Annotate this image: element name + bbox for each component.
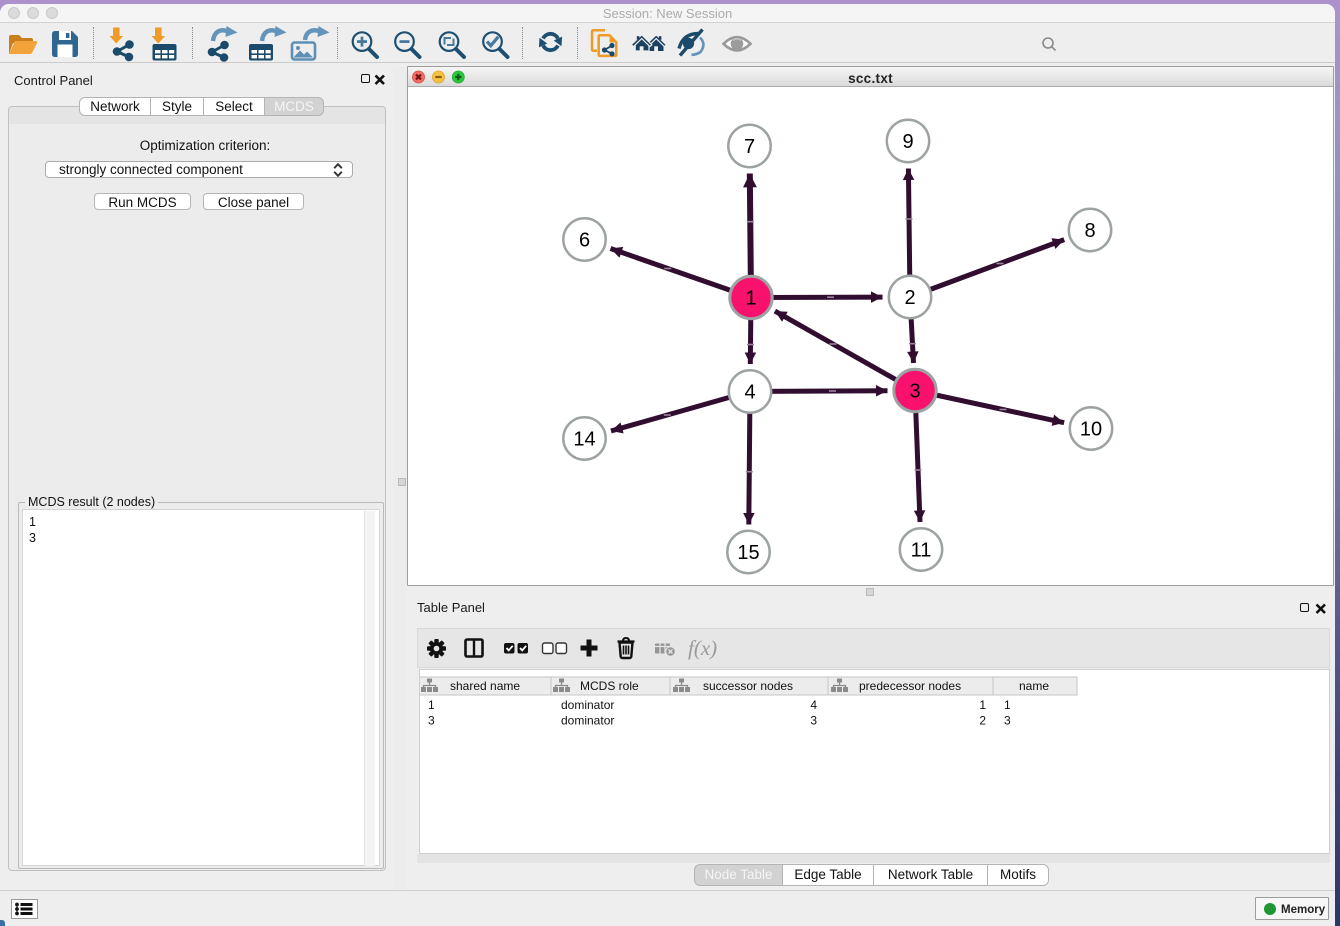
svg-text:1: 1 bbox=[745, 288, 756, 310]
svg-text:10: 10 bbox=[1080, 419, 1102, 441]
svg-text:f(x): f(x) bbox=[688, 636, 717, 660]
svg-text:shared name: shared name bbox=[450, 679, 520, 693]
svg-text:name: name bbox=[1019, 679, 1049, 693]
svg-text:8: 8 bbox=[1084, 220, 1095, 242]
svg-text:15: 15 bbox=[737, 542, 759, 564]
svg-text:3: 3 bbox=[810, 714, 817, 728]
svg-text:14: 14 bbox=[573, 429, 595, 451]
svg-text:dominator: dominator bbox=[561, 698, 614, 712]
svg-text:6: 6 bbox=[579, 230, 590, 252]
svg-text:9: 9 bbox=[902, 131, 913, 153]
svg-text:3: 3 bbox=[428, 714, 435, 728]
svg-text:dominator: dominator bbox=[561, 714, 614, 728]
svg-text:3: 3 bbox=[909, 381, 920, 403]
svg-text:1: 1 bbox=[428, 698, 435, 712]
svg-text:MCDS role: MCDS role bbox=[580, 679, 639, 693]
svg-text:4: 4 bbox=[744, 382, 755, 404]
svg-text:11: 11 bbox=[911, 540, 932, 562]
svg-text:2: 2 bbox=[904, 287, 915, 309]
svg-text:1: 1 bbox=[979, 698, 986, 712]
svg-text:3: 3 bbox=[1004, 714, 1011, 728]
svg-text:successor nodes: successor nodes bbox=[703, 679, 793, 693]
svg-text:2: 2 bbox=[979, 714, 986, 728]
svg-text:1: 1 bbox=[1004, 698, 1011, 712]
svg-text:7: 7 bbox=[744, 136, 755, 158]
svg-text:4: 4 bbox=[810, 698, 817, 712]
svg-text:predecessor nodes: predecessor nodes bbox=[859, 679, 961, 693]
